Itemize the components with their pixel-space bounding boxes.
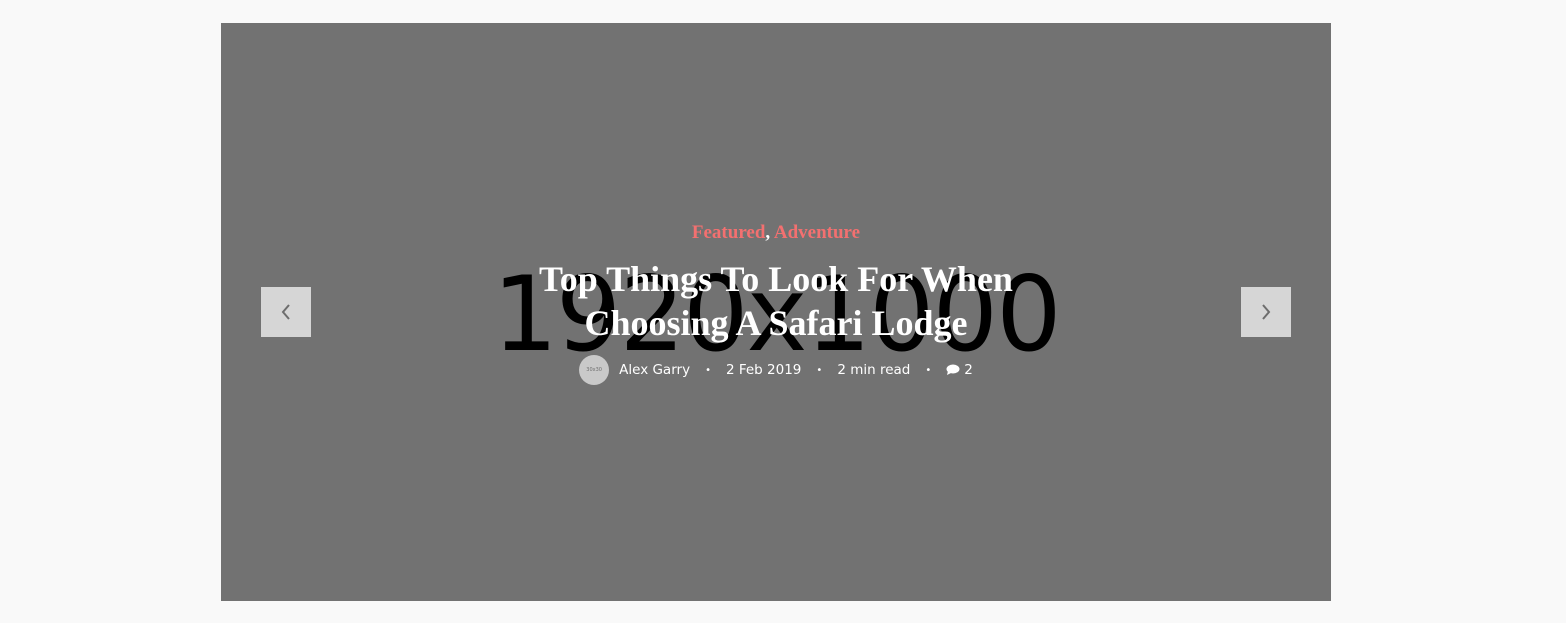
meta-separator: • <box>925 364 932 376</box>
category-link-featured[interactable]: Featured <box>692 222 766 243</box>
post-date: 2 Feb 2019 <box>725 362 802 378</box>
category-link-adventure[interactable]: Adventure <box>774 222 860 243</box>
post-meta: 30x30 Alex Garry • 2 Feb 2019 • 2 min re… <box>221 355 1331 385</box>
post-categories: Featured, Adventure <box>221 221 1331 245</box>
featured-slider: 1920x1000 Featured, Adventure Top Things… <box>221 23 1331 601</box>
avatar-placeholder-text: 30x30 <box>586 367 602 373</box>
category-separator: , <box>765 222 771 243</box>
meta-separator: • <box>705 364 711 376</box>
author-avatar[interactable]: 30x30 <box>579 355 610 385</box>
author-name[interactable]: Alex Garry <box>619 362 690 378</box>
comments-count: 2 <box>964 362 973 378</box>
post-title[interactable]: Top Things To Look For When Choosing A S… <box>496 257 1056 345</box>
slide-caption: Featured, Adventure Top Things To Look F… <box>221 221 1331 385</box>
chevron-right-icon <box>1262 304 1271 320</box>
read-time: 2 min read <box>837 362 911 378</box>
comments-link[interactable]: 2 <box>946 362 973 378</box>
comment-icon <box>946 364 960 375</box>
slider-next-button[interactable] <box>1241 287 1291 337</box>
meta-separator: • <box>816 364 823 376</box>
